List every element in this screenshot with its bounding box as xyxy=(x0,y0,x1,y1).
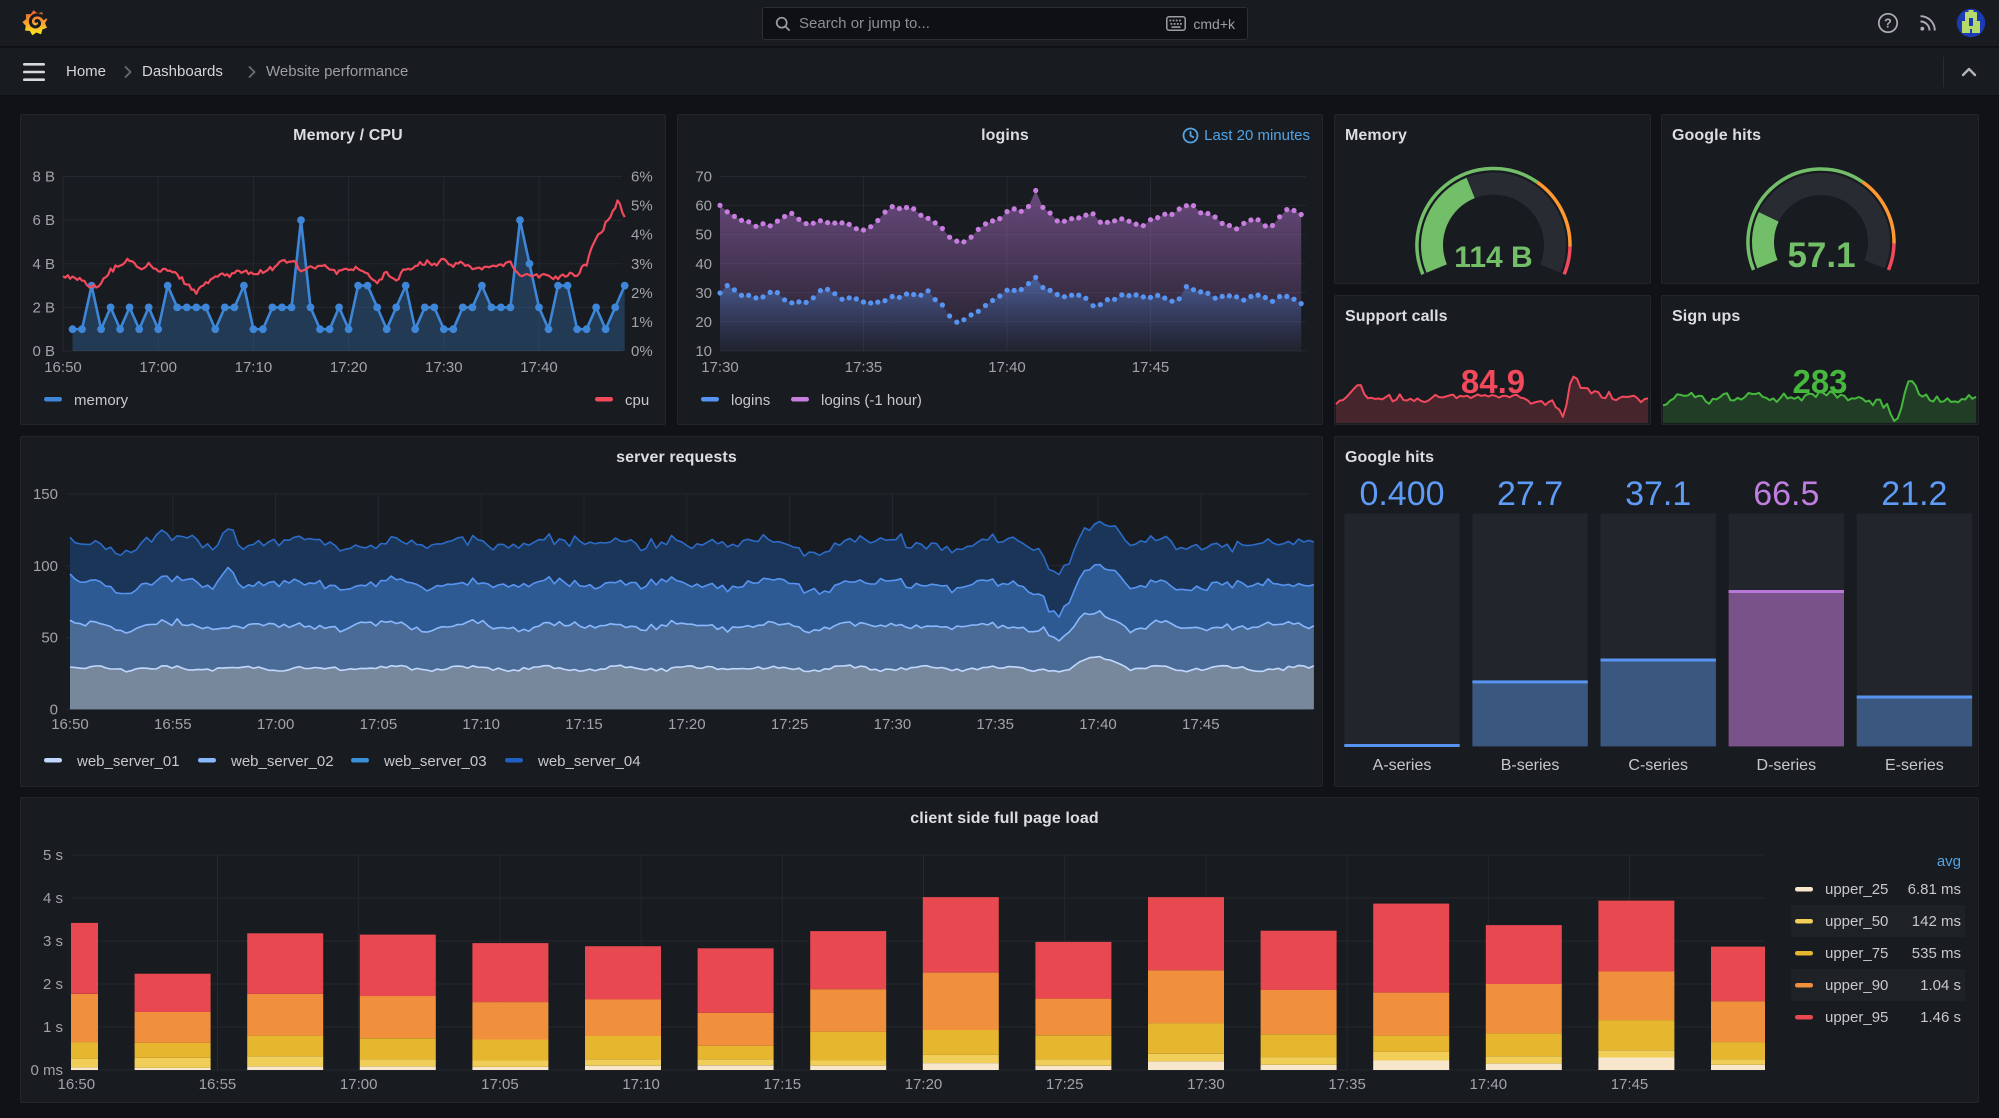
svg-text:upper_75: upper_75 xyxy=(1825,945,1888,962)
svg-text:16:55: 16:55 xyxy=(154,716,192,733)
svg-text:D-series: D-series xyxy=(1757,757,1817,774)
svg-text:27.7: 27.7 xyxy=(1497,475,1563,513)
svg-text:3%: 3% xyxy=(631,256,653,273)
svg-text:17:15: 17:15 xyxy=(764,1076,802,1093)
svg-text:upper_90: upper_90 xyxy=(1825,977,1888,994)
svg-text:17:05: 17:05 xyxy=(481,1076,519,1093)
svg-text:40: 40 xyxy=(695,256,712,273)
svg-text:2 s: 2 s xyxy=(43,976,63,993)
svg-text:16:50: 16:50 xyxy=(44,359,82,376)
svg-text:142 ms: 142 ms xyxy=(1912,913,1961,930)
svg-text:10: 10 xyxy=(695,343,712,360)
svg-text:17:30: 17:30 xyxy=(425,359,463,376)
svg-text:17:40: 17:40 xyxy=(1079,716,1117,733)
svg-text:17:30: 17:30 xyxy=(701,359,739,376)
svg-text:upper_50: upper_50 xyxy=(1825,913,1888,930)
svg-text:2%: 2% xyxy=(631,285,653,302)
svg-text:2 B: 2 B xyxy=(32,299,55,316)
svg-text:17:20: 17:20 xyxy=(330,359,368,376)
svg-text:66.5: 66.5 xyxy=(1753,475,1819,513)
svg-text:17:45: 17:45 xyxy=(1182,716,1220,733)
svg-text:70: 70 xyxy=(695,169,712,186)
svg-text:17:10: 17:10 xyxy=(622,1076,660,1093)
svg-text:17:10: 17:10 xyxy=(462,716,500,733)
svg-text:1%: 1% xyxy=(631,314,653,331)
svg-text:0.400: 0.400 xyxy=(1359,475,1444,513)
svg-text:17:25: 17:25 xyxy=(1046,1076,1084,1093)
svg-text:17:40: 17:40 xyxy=(1470,1076,1508,1093)
svg-text:17:15: 17:15 xyxy=(565,716,603,733)
svg-text:web_server_03: web_server_03 xyxy=(383,753,487,770)
svg-text:17:10: 17:10 xyxy=(235,359,273,376)
svg-text:84.9: 84.9 xyxy=(1461,363,1525,400)
svg-text:30: 30 xyxy=(695,285,712,302)
svg-text:web_server_02: web_server_02 xyxy=(230,753,334,770)
svg-text:B-series: B-series xyxy=(1501,757,1560,774)
svg-text:upper_25: upper_25 xyxy=(1825,881,1888,898)
svg-text:16:50: 16:50 xyxy=(58,1076,96,1093)
svg-text:1.04 s: 1.04 s xyxy=(1920,977,1961,994)
svg-text:6 B: 6 B xyxy=(32,212,55,229)
svg-text:1.46 s: 1.46 s xyxy=(1920,1009,1961,1026)
svg-text:6%: 6% xyxy=(631,169,653,186)
svg-text:cpu: cpu xyxy=(625,392,649,409)
svg-text:17:45: 17:45 xyxy=(1611,1076,1649,1093)
svg-text:114 B: 114 B xyxy=(1454,241,1532,274)
svg-text:17:00: 17:00 xyxy=(139,359,177,376)
svg-text:E-series: E-series xyxy=(1885,757,1944,774)
svg-text:17:00: 17:00 xyxy=(257,716,295,733)
svg-text:535 ms: 535 ms xyxy=(1912,945,1961,962)
svg-text:16:55: 16:55 xyxy=(199,1076,237,1093)
svg-text:17:30: 17:30 xyxy=(874,716,912,733)
svg-text:memory: memory xyxy=(74,392,129,409)
svg-text:web_server_01: web_server_01 xyxy=(76,753,180,770)
svg-text:4%: 4% xyxy=(631,227,653,244)
svg-text:web_server_04: web_server_04 xyxy=(537,753,641,770)
svg-text:A-series: A-series xyxy=(1373,757,1432,774)
svg-text:logins: logins xyxy=(731,392,770,409)
svg-text:17:20: 17:20 xyxy=(905,1076,943,1093)
svg-text:5 s: 5 s xyxy=(43,847,63,864)
svg-text:37.1: 37.1 xyxy=(1625,475,1691,513)
svg-text:60: 60 xyxy=(695,198,712,215)
svg-text:150: 150 xyxy=(33,486,58,503)
svg-text:?: ? xyxy=(1884,17,1892,31)
svg-text:17:35: 17:35 xyxy=(845,359,883,376)
svg-text:17:35: 17:35 xyxy=(976,716,1014,733)
svg-text:8 B: 8 B xyxy=(32,169,55,186)
svg-text:17:05: 17:05 xyxy=(360,716,398,733)
svg-text:4 B: 4 B xyxy=(32,256,55,273)
svg-text:17:00: 17:00 xyxy=(340,1076,378,1093)
svg-text:17:25: 17:25 xyxy=(771,716,809,733)
svg-text:57.1: 57.1 xyxy=(1787,236,1855,275)
svg-text:17:40: 17:40 xyxy=(520,359,558,376)
svg-text:17:20: 17:20 xyxy=(668,716,706,733)
svg-text:6.81 ms: 6.81 ms xyxy=(1908,881,1961,898)
svg-text:4 s: 4 s xyxy=(43,890,63,907)
svg-text:logins (-1 hour): logins (-1 hour) xyxy=(821,392,922,409)
svg-text:5%: 5% xyxy=(631,198,653,215)
svg-text:avg: avg xyxy=(1937,853,1961,870)
svg-text:50: 50 xyxy=(695,227,712,244)
svg-text:C-series: C-series xyxy=(1628,757,1688,774)
svg-text:17:45: 17:45 xyxy=(1132,359,1170,376)
svg-text:20: 20 xyxy=(695,314,712,331)
svg-text:50: 50 xyxy=(41,630,58,647)
svg-text:0 B: 0 B xyxy=(32,343,55,360)
svg-text:0%: 0% xyxy=(631,343,653,360)
svg-text:1 s: 1 s xyxy=(43,1019,63,1036)
svg-text:283: 283 xyxy=(1792,363,1847,400)
svg-text:100: 100 xyxy=(33,558,58,575)
svg-text:17:40: 17:40 xyxy=(988,359,1026,376)
svg-text:17:35: 17:35 xyxy=(1328,1076,1366,1093)
svg-text:16:50: 16:50 xyxy=(51,716,89,733)
svg-text:17:30: 17:30 xyxy=(1187,1076,1225,1093)
svg-text:3 s: 3 s xyxy=(43,933,63,950)
svg-text:upper_95: upper_95 xyxy=(1825,1009,1888,1026)
svg-text:21.2: 21.2 xyxy=(1881,475,1947,513)
